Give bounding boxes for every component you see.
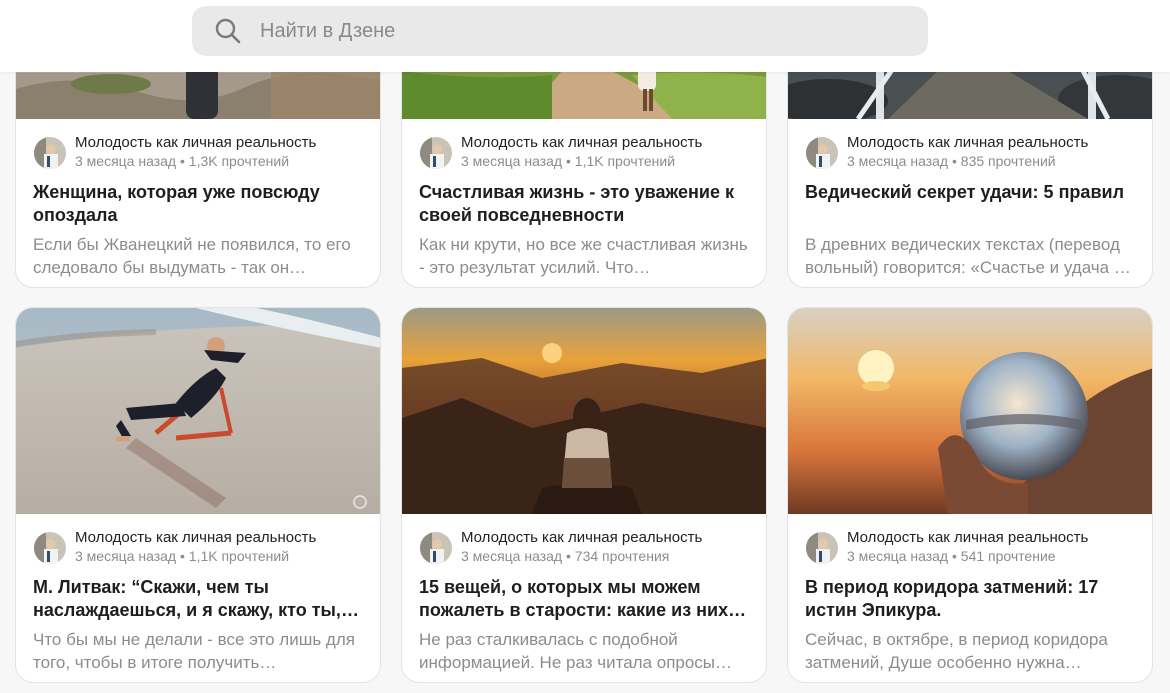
article-snippet: Если бы Жванецкий не появился, то его сл…	[33, 235, 351, 277]
article-stats: 3 месяца назад • 835 прочтений	[847, 153, 1056, 169]
article-thumbnail[interactable]	[788, 308, 1152, 514]
article-card[interactable]: Молодость как личная реальность 3 месяца…	[15, 307, 381, 683]
article-stats: 3 месяца назад • 734 прочтения	[461, 548, 670, 564]
article-card[interactable]: Молодость как личная реальность 3 месяца…	[787, 307, 1153, 683]
search-box[interactable]	[192, 6, 928, 56]
article-stats: 3 месяца назад • 541 прочтение	[847, 548, 1056, 564]
article-snippet: Не раз сталкивалась с подобной информаци…	[419, 630, 733, 672]
channel-name[interactable]: Молодость как личная реальность	[847, 529, 1088, 546]
channel-avatar[interactable]	[34, 532, 66, 564]
article-snippet: Что бы мы не делали - все это лишь для т…	[33, 630, 355, 672]
article-title[interactable]: М. Литвак: “Скажи, чем ты наслаждаешься,…	[33, 576, 365, 622]
article-snippet: Как ни крути, но все же счастливая жизнь…	[419, 235, 748, 277]
channel-name[interactable]: Молодость как личная реальность	[461, 529, 702, 546]
channel-avatar[interactable]	[420, 532, 452, 564]
article-thumbnail[interactable]	[16, 308, 380, 514]
channel-avatar[interactable]	[420, 137, 452, 169]
channel-name[interactable]: Молодость как личная реальность	[847, 134, 1088, 151]
article-title[interactable]: Женщина, которая уже повсюду опоздала	[33, 181, 365, 227]
channel-avatar[interactable]	[806, 532, 838, 564]
article-title[interactable]: Ведический секрет удачи: 5 правил	[805, 181, 1137, 204]
article-title[interactable]: В период коридора затмений: 17 истин Эпи…	[805, 576, 1137, 622]
article-stats: 3 месяца назад • 1,1K прочтений	[461, 153, 676, 169]
channel-name[interactable]: Молодость как личная реальность	[75, 529, 316, 546]
channel-avatar[interactable]	[34, 137, 66, 169]
channel-avatar[interactable]	[806, 137, 838, 169]
article-thumbnail[interactable]	[402, 308, 766, 514]
channel-name[interactable]: Молодость как личная реальность	[461, 134, 702, 151]
article-snippet: В древних ведических текстах (перевод во…	[805, 235, 1124, 277]
article-snippet: Сейчас, в октябре, в период коридора зат…	[805, 630, 1108, 672]
article-stats: 3 месяца назад • 1,3K прочтений	[75, 153, 290, 169]
search-input[interactable]	[260, 19, 860, 43]
article-card[interactable]: Молодость как личная реальность 3 месяца…	[401, 307, 767, 683]
article-stats: 3 месяца назад • 1,1K прочтений	[75, 548, 290, 564]
article-title[interactable]: 15 вещей, о которых мы можем пожалеть в …	[419, 576, 751, 622]
search-icon[interactable]	[214, 17, 242, 45]
channel-name[interactable]: Молодость как личная реальность	[75, 134, 316, 151]
article-title[interactable]: Счастливая жизнь - это уважение к своей …	[419, 181, 751, 227]
top-bar	[0, 0, 1170, 72]
